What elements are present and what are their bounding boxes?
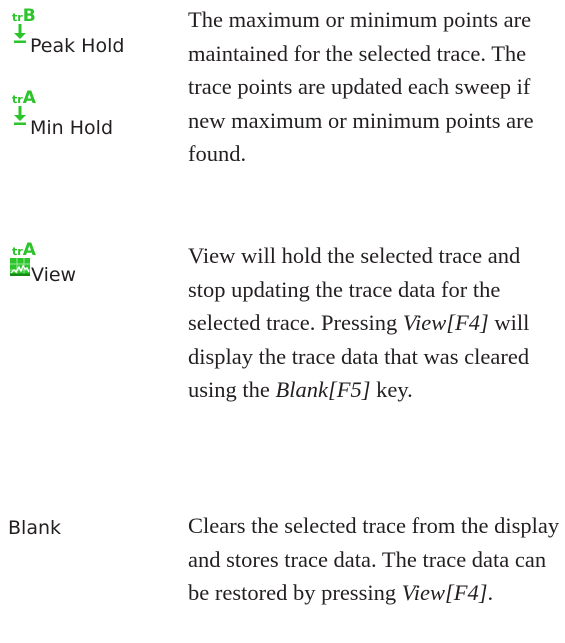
peak-hold-label: Peak Hold	[30, 35, 125, 57]
view-f4-key-ref-2: View[F4]	[401, 580, 488, 605]
trace-a-view-tag: trA	[12, 240, 36, 260]
blank-f5-key-ref: Blank[F5]	[275, 377, 371, 402]
view-description: View will hold the selected trace and st…	[188, 243, 530, 402]
min-hold-label: Min Hold	[30, 117, 114, 139]
trace-a-tag: trA	[12, 88, 36, 108]
view-icon	[10, 258, 30, 276]
peak-min-hold-description: The maximum or minimum points are mainta…	[188, 7, 534, 166]
min-hold-icon	[14, 106, 26, 125]
blank-description: Clears the selected trace from the displ…	[188, 513, 560, 605]
view-label: View	[31, 264, 77, 286]
trace-b-tag: trB	[12, 6, 36, 26]
blank-label: Blank	[8, 517, 62, 539]
peak-hold-icon	[14, 24, 26, 43]
view-f4-key-ref: View[F4]	[402, 310, 489, 335]
